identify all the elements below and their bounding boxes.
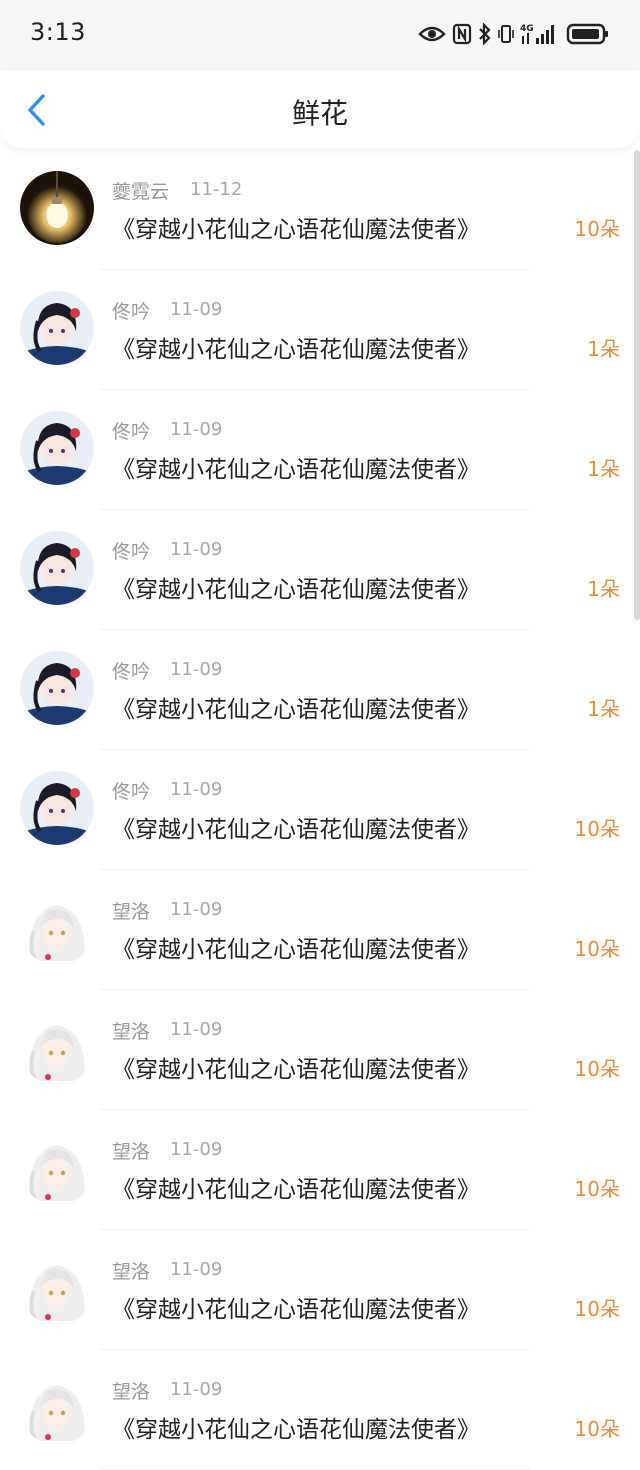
gift-date: 11-09 (170, 899, 223, 920)
gift-date: 11-09 (170, 1139, 223, 1160)
flower-count: 1朵 (587, 457, 620, 481)
avatar-white-hair-girl[interactable] (20, 891, 94, 965)
flower-count: 10朵 (574, 217, 620, 241)
list-item[interactable]: 夔霓云 11-12 《穿越小花仙之心语花仙魔法使者》 10朵 (0, 150, 640, 270)
sender-name: 望洛 (112, 1261, 151, 1283)
book-title: 《穿越小花仙之心语花仙魔法使者》 (112, 1057, 480, 1083)
scrollbar[interactable] (634, 150, 640, 620)
book-title: 《穿越小花仙之心语花仙魔法使者》 (112, 1417, 480, 1443)
flower-gift-list: 夔霓云 11-12 《穿越小花仙之心语花仙魔法使者》 10朵 佟吟 11-09 … (0, 150, 640, 1470)
list-item[interactable]: 佟吟 11-09 《穿越小花仙之心语花仙魔法使者》 1朵 (0, 510, 640, 630)
nfc-icon (452, 23, 472, 45)
signal-4g-icon: 4G (520, 22, 560, 46)
gift-date: 11-09 (170, 539, 223, 560)
book-title: 《穿越小花仙之心语花仙魔法使者》 (112, 457, 480, 483)
avatar-white-hair-girl[interactable] (20, 1251, 94, 1325)
gift-date: 11-09 (170, 1019, 223, 1040)
list-item[interactable]: 望洛 11-09 《穿越小花仙之心语花仙魔法使者》 10朵 (0, 1110, 640, 1230)
sender-name: 佟吟 (112, 301, 151, 323)
avatar-dark-hair-girl[interactable] (20, 411, 94, 485)
sender-name: 望洛 (112, 1381, 151, 1403)
status-time: 3:13 (30, 18, 86, 46)
list-item[interactable]: 望洛 11-09 《穿越小花仙之心语花仙魔法使者》 10朵 (0, 1230, 640, 1350)
list-item[interactable]: 佟吟 11-09 《穿越小花仙之心语花仙魔法使者》 10朵 (0, 750, 640, 870)
gift-date: 11-09 (170, 1259, 223, 1280)
book-title: 《穿越小花仙之心语花仙魔法使者》 (112, 937, 480, 963)
avatar-dark-hair-girl[interactable] (20, 291, 94, 365)
page-title: 鲜花 (291, 97, 348, 130)
eye-icon (418, 25, 446, 43)
flower-count: 10朵 (574, 1057, 620, 1081)
header: 鲜花 (0, 70, 640, 148)
book-title: 《穿越小花仙之心语花仙魔法使者》 (112, 217, 480, 243)
book-title: 《穿越小花仙之心语花仙魔法使者》 (112, 1297, 480, 1323)
sender-name: 望洛 (112, 1021, 151, 1043)
flower-count: 10朵 (574, 817, 620, 841)
gift-date: 11-09 (170, 659, 223, 680)
book-title: 《穿越小花仙之心语花仙魔法使者》 (112, 577, 480, 603)
sender-name: 佟吟 (112, 781, 151, 803)
gift-date: 11-09 (170, 299, 223, 320)
avatar-dark-hair-girl[interactable] (20, 651, 94, 725)
flower-count: 1朵 (587, 697, 620, 721)
avatar-white-hair-girl[interactable] (20, 1131, 94, 1205)
list-item[interactable]: 望洛 11-09 《穿越小花仙之心语花仙魔法使者》 10朵 (0, 1350, 640, 1470)
flower-count: 10朵 (574, 937, 620, 961)
list-item[interactable]: 佟吟 11-09 《穿越小花仙之心语花仙魔法使者》 1朵 (0, 270, 640, 390)
book-title: 《穿越小花仙之心语花仙魔法使者》 (112, 697, 480, 723)
list-item[interactable]: 佟吟 11-09 《穿越小花仙之心语花仙魔法使者》 1朵 (0, 390, 640, 510)
flower-count: 10朵 (574, 1297, 620, 1321)
status-icons: 4G (418, 20, 610, 48)
flower-count: 10朵 (574, 1417, 620, 1441)
gift-date: 11-09 (170, 1379, 223, 1400)
avatar-white-hair-girl[interactable] (20, 1011, 94, 1085)
avatar-dark-hair-girl[interactable] (20, 771, 94, 845)
book-title: 《穿越小花仙之心语花仙魔法使者》 (112, 337, 480, 363)
sender-name: 佟吟 (112, 541, 151, 563)
gift-date: 11-09 (170, 419, 223, 440)
list-item[interactable]: 望洛 11-09 《穿越小花仙之心语花仙魔法使者》 10朵 (0, 870, 640, 990)
list-item[interactable]: 望洛 11-09 《穿越小花仙之心语花仙魔法使者》 10朵 (0, 990, 640, 1110)
flower-count: 1朵 (587, 577, 620, 601)
book-title: 《穿越小花仙之心语花仙魔法使者》 (112, 1177, 480, 1203)
sender-name: 佟吟 (112, 661, 151, 683)
status-bar: 3:13 4G (0, 0, 640, 70)
sender-name: 夔霓云 (112, 181, 170, 203)
gift-date: 11-09 (170, 779, 223, 800)
avatar-lightbulb[interactable] (20, 171, 94, 245)
vibrate-icon (498, 23, 514, 45)
sender-name: 望洛 (112, 901, 151, 923)
gift-date: 11-12 (190, 179, 243, 200)
list-item[interactable]: 佟吟 11-09 《穿越小花仙之心语花仙魔法使者》 1朵 (0, 630, 640, 750)
book-title: 《穿越小花仙之心语花仙魔法使者》 (112, 817, 480, 843)
flower-count: 10朵 (574, 1177, 620, 1201)
flower-count: 1朵 (587, 337, 620, 361)
avatar-dark-hair-girl[interactable] (20, 531, 94, 605)
network-label: 4G (520, 24, 534, 34)
sender-name: 佟吟 (112, 421, 151, 443)
bluetooth-icon (478, 23, 492, 45)
sender-name: 望洛 (112, 1141, 151, 1163)
battery-icon (566, 23, 610, 45)
avatar-white-hair-girl[interactable] (20, 1371, 94, 1445)
